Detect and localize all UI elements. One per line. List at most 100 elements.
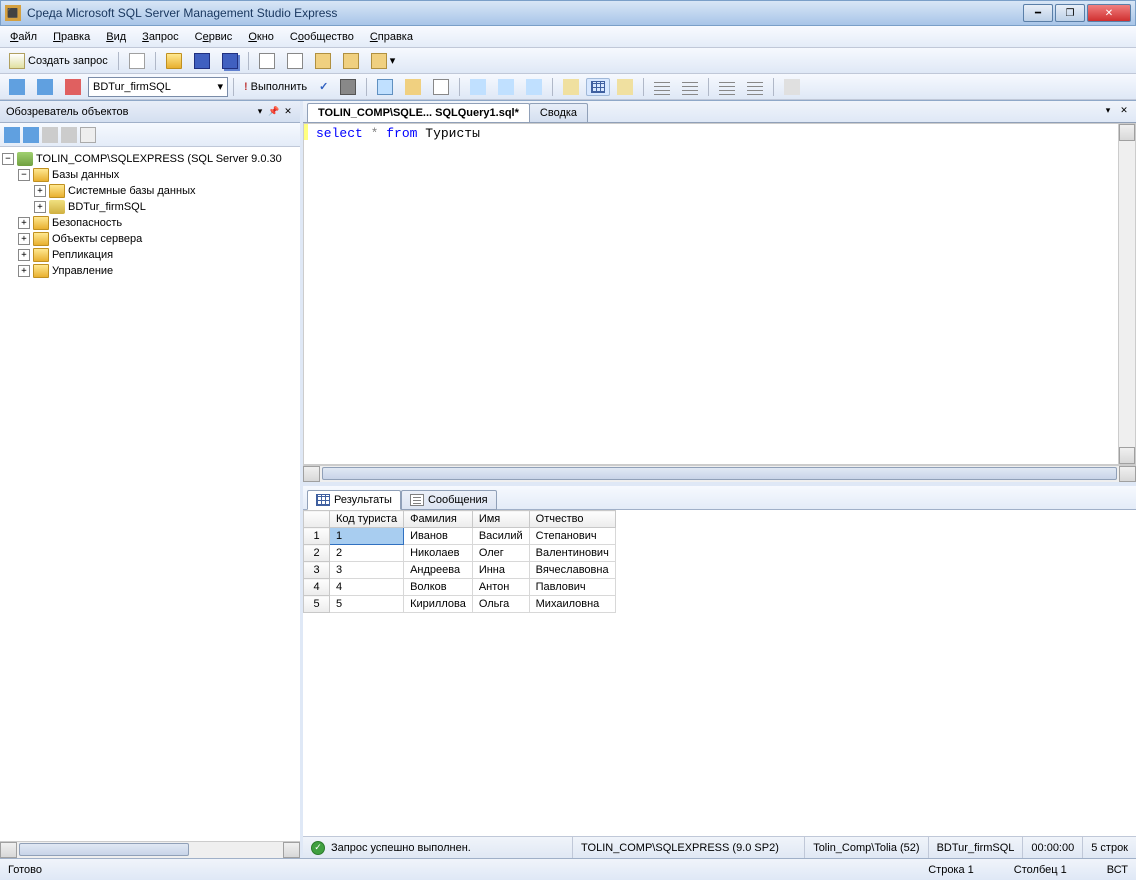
row-number[interactable]: 3 xyxy=(304,562,330,579)
cell[interactable]: Кириллова xyxy=(404,596,473,613)
oe-connect-button[interactable] xyxy=(4,127,20,143)
cell[interactable]: Олег xyxy=(472,545,529,562)
cell[interactable]: Павлович xyxy=(529,579,615,596)
tb-q5[interactable] xyxy=(493,76,519,98)
expander-icon[interactable]: − xyxy=(2,153,14,165)
tree-sys-db[interactable]: + Системные базы данных xyxy=(2,183,298,199)
expander-icon[interactable]: + xyxy=(34,201,46,213)
outdent-button[interactable] xyxy=(742,76,768,98)
tb-q6[interactable] xyxy=(521,76,547,98)
cell[interactable]: 2 xyxy=(330,545,404,562)
oe-stop-button[interactable] xyxy=(42,127,58,143)
expander-icon[interactable]: + xyxy=(18,233,30,245)
sql-editor[interactable]: select * from Туристы xyxy=(303,123,1136,465)
results-grid[interactable]: Код туристаФамилияИмяОтчество11ИвановВас… xyxy=(303,510,1136,836)
tb-q4[interactable] xyxy=(465,76,491,98)
disconnect-button[interactable] xyxy=(32,76,58,98)
expander-icon[interactable]: + xyxy=(18,217,30,229)
oe-refresh-button[interactable] xyxy=(61,127,77,143)
cell[interactable]: 5 xyxy=(330,596,404,613)
table-row[interactable]: 11ИвановВасилийСтепанович xyxy=(304,528,616,545)
menu-help[interactable]: Справка xyxy=(362,28,421,46)
tree-security[interactable]: + Безопасность xyxy=(2,215,298,231)
column-header[interactable]: Код туриста xyxy=(330,511,404,528)
scroll-left-icon[interactable] xyxy=(303,466,320,482)
expander-icon[interactable]: − xyxy=(18,169,30,181)
cell[interactable]: Валентинович xyxy=(529,545,615,562)
menu-window[interactable]: Окно xyxy=(240,28,282,46)
cell[interactable]: Андреева xyxy=(404,562,473,579)
row-number[interactable]: 5 xyxy=(304,596,330,613)
oe-pin-icon[interactable]: 📌 xyxy=(268,106,280,118)
scroll-thumb[interactable] xyxy=(19,843,189,856)
tb-q3[interactable] xyxy=(428,76,454,98)
tb-btn-8[interactable] xyxy=(338,50,364,72)
save-all-button[interactable] xyxy=(217,50,243,72)
menu-community[interactable]: Сообщество xyxy=(282,28,362,46)
menu-query[interactable]: Запрос xyxy=(134,28,186,46)
menu-edit[interactable]: Правка xyxy=(45,28,98,46)
editor-hscroll[interactable] xyxy=(303,465,1136,482)
cell[interactable]: Ольга xyxy=(472,596,529,613)
tb-btn-7[interactable] xyxy=(310,50,336,72)
expander-icon[interactable]: + xyxy=(18,249,30,261)
tree-server-objects[interactable]: + Объекты сервера xyxy=(2,231,298,247)
tb-q-last[interactable] xyxy=(779,76,805,98)
new-query-button[interactable]: Создать запрос xyxy=(4,50,113,72)
column-header[interactable]: Отчество xyxy=(529,511,615,528)
table-row[interactable]: 22НиколаевОлегВалентинович xyxy=(304,545,616,562)
table-row[interactable]: 44ВолковАнтонПавлович xyxy=(304,579,616,596)
open-button[interactable] xyxy=(161,50,187,72)
tb-btn-6[interactable] xyxy=(282,50,308,72)
expander-icon[interactable]: + xyxy=(34,185,46,197)
editor-tab-query[interactable]: TOLIN_COMP\SQLE... SQLQuery1.sql* xyxy=(307,103,530,122)
table-row[interactable]: 55КирилловаОльгаМихаиловна xyxy=(304,596,616,613)
tree-server[interactable]: − TOLIN_COMP\SQLEXPRESS (SQL Server 9.0.… xyxy=(2,151,298,167)
oe-hscroll[interactable] xyxy=(0,841,300,858)
cell[interactable]: Степанович xyxy=(529,528,615,545)
oe-disconnect-button[interactable] xyxy=(23,127,39,143)
table-row[interactable]: 33АндрееваИннаВячеславовна xyxy=(304,562,616,579)
results-file-button[interactable] xyxy=(612,76,638,98)
tb-btn-9[interactable]: ▾ xyxy=(366,50,401,72)
cell[interactable]: Антон xyxy=(472,579,529,596)
cell[interactable]: Иванов xyxy=(404,528,473,545)
tb-btn-5[interactable] xyxy=(254,50,280,72)
column-header[interactable]: Фамилия xyxy=(404,511,473,528)
oe-filter-button[interactable] xyxy=(80,127,96,143)
cell[interactable]: Вячеславовна xyxy=(529,562,615,579)
expander-icon[interactable]: + xyxy=(18,265,30,277)
save-button[interactable] xyxy=(189,50,215,72)
editor-tab-summary[interactable]: Сводка xyxy=(529,103,588,122)
database-dropdown[interactable]: BDTur_firmSQL ▾ xyxy=(88,77,228,97)
tree-user-db[interactable]: + BDTur_firmSQL xyxy=(2,199,298,215)
cell[interactable]: Волков xyxy=(404,579,473,596)
row-number[interactable]: 4 xyxy=(304,579,330,596)
indent-button[interactable] xyxy=(714,76,740,98)
connect-button[interactable] xyxy=(4,76,30,98)
cancel-button[interactable] xyxy=(335,76,361,98)
cell[interactable]: Николаев xyxy=(404,545,473,562)
results-grid-button[interactable] xyxy=(586,78,610,96)
minimize-button[interactable]: ━ xyxy=(1023,4,1053,22)
cell[interactable]: Михаиловна xyxy=(529,596,615,613)
tb-q1[interactable] xyxy=(372,76,398,98)
tab-close-icon[interactable]: ✕ xyxy=(1118,104,1130,116)
maximize-button[interactable]: ❐ xyxy=(1055,4,1085,22)
row-number[interactable]: 1 xyxy=(304,528,330,545)
cell[interactable]: 4 xyxy=(330,579,404,596)
row-number[interactable]: 2 xyxy=(304,545,330,562)
editor-vscroll[interactable] xyxy=(1118,124,1135,464)
cell[interactable]: 1 xyxy=(330,528,404,545)
new-file-button[interactable] xyxy=(124,50,150,72)
parse-button[interactable]: ✓ xyxy=(314,77,333,96)
tab-results[interactable]: Результаты xyxy=(307,490,401,510)
tree-databases[interactable]: − Базы данных xyxy=(2,167,298,183)
uncomment-button[interactable] xyxy=(677,76,703,98)
scroll-up-icon[interactable] xyxy=(1119,124,1135,141)
scroll-down-icon[interactable] xyxy=(1119,447,1135,464)
menu-service[interactable]: Сервис xyxy=(187,28,241,46)
scroll-thumb[interactable] xyxy=(322,467,1117,480)
comment-button[interactable] xyxy=(649,76,675,98)
oe-close-icon[interactable]: ✕ xyxy=(282,106,294,118)
